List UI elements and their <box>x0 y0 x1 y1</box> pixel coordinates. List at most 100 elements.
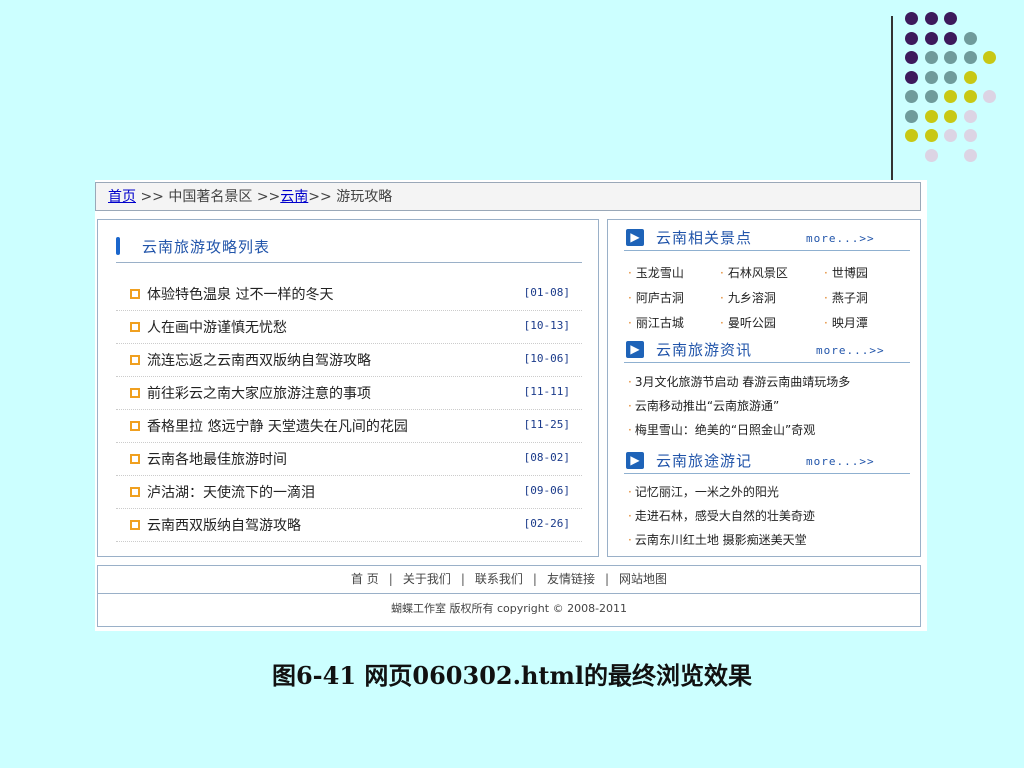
decorative-dot <box>944 90 957 103</box>
list-item[interactable]: 泸沽湖：天使流下的一滴泪 [09-06] <box>116 476 582 509</box>
list-item[interactable]: 云南西双版纳自驾游攻略 [02-26] <box>116 509 582 542</box>
decorative-dot <box>905 90 918 103</box>
breadcrumb-home-link[interactable]: 首页 <box>108 189 136 205</box>
list-item[interactable]: 香格里拉 悠远宁静 天堂遗失在凡间的花园 [11-25] <box>116 410 582 443</box>
arrow-right-icon: ▶ <box>626 341 644 358</box>
decorative-dot <box>905 129 918 142</box>
travelogue-links: 记忆丽江，一米之外的阳光 走进石林，感受大自然的壮美奇迹 云南东川红土地 摄影痴… <box>628 480 918 552</box>
spot-link[interactable]: 阿庐古洞 <box>628 289 684 306</box>
footer-link-friends[interactable]: 友情链接 <box>547 572 595 586</box>
news-title: 云南旅游资讯 <box>656 341 753 359</box>
guide-list-title: 云南旅游攻略列表 <box>142 238 271 256</box>
decorative-dot <box>944 109 957 123</box>
breadcrumb-separator: >> <box>308 189 332 205</box>
footer-copyright: 蝴蝶工作室 版权所有 copyright © 2008-2011 <box>97 593 921 627</box>
list-item[interactable]: 云南各地最佳旅游时间 [08-02] <box>116 443 582 476</box>
guide-list: 体验特色温泉 过不一样的冬天 [01-08] 人在画中游谨慎无忧愁 [10-13] … <box>116 278 582 542</box>
spot-link[interactable]: 九乡溶洞 <box>720 289 776 306</box>
spot-link[interactable]: 世博园 <box>824 264 868 281</box>
breadcrumb-separator: >> <box>140 189 164 205</box>
breadcrumb-region-link[interactable]: 云南 <box>280 189 308 205</box>
footer-separator: | <box>532 572 537 586</box>
travelogue-title: 云南旅途游记 <box>656 452 753 470</box>
travelogue-link[interactable]: 走进石林，感受大自然的壮美奇迹 <box>628 504 918 528</box>
list-item[interactable]: 人在画中游谨慎无忧愁 [10-13] <box>116 311 582 344</box>
decorative-dot <box>905 31 918 45</box>
breadcrumb: 首页 >> 中国著名景区 >>云南>> 游玩攻略 <box>95 182 921 211</box>
decorative-dot <box>924 109 938 123</box>
square-bullet-icon <box>130 355 140 365</box>
spot-link[interactable]: 曼听公园 <box>720 314 776 331</box>
guide-list-header: 云南旅游攻略列表 <box>116 234 582 263</box>
spot-link[interactable]: 石林风景区 <box>720 264 788 281</box>
spot-link[interactable]: 玉龙雪山 <box>628 264 684 281</box>
footer-separator: | <box>460 572 465 586</box>
travelogue-link[interactable]: 记忆丽江，一米之外的阳光 <box>628 480 918 504</box>
decorative-dot <box>924 148 938 162</box>
decorative-dot <box>905 12 918 25</box>
square-bullet-icon <box>130 322 140 332</box>
decorative-dot <box>983 51 996 64</box>
square-bullet-icon <box>130 520 140 530</box>
news-link[interactable]: 3月文化旅游节启动 春游云南曲靖玩场多 <box>628 370 918 394</box>
browser-screenshot: 首页 >> 中国著名景区 >>云南>> 游玩攻略 云南旅游攻略列表 体验特色温泉… <box>95 180 927 631</box>
spot-link[interactable]: 燕子洞 <box>824 289 868 306</box>
decorative-dot <box>944 70 957 84</box>
footer-link-contact[interactable]: 联系我们 <box>475 572 523 586</box>
list-item-title[interactable]: 流连忘返之云南西双版纳自驾游攻略 <box>147 350 371 370</box>
arrow-right-icon: ▶ <box>626 229 644 246</box>
footer-separator: | <box>388 572 393 586</box>
figure-caption: 图6-41 网页060302.html的最终浏览效果 <box>271 661 752 690</box>
decorative-dot <box>963 109 977 123</box>
decorative-dot <box>944 51 957 64</box>
square-bullet-icon <box>130 289 140 299</box>
decorative-dot <box>924 51 938 64</box>
footer-separator: | <box>604 572 610 586</box>
decorative-dot <box>944 12 957 25</box>
travelogue-more-link[interactable]: more...>> <box>806 455 875 468</box>
list-item-title[interactable]: 香格里拉 悠远宁静 天堂遗失在凡间的花园 <box>147 416 408 436</box>
decorative-dot <box>924 12 938 25</box>
list-item-title[interactable]: 人在画中游谨慎无忧愁 <box>147 317 287 337</box>
header-bar-icon <box>116 237 120 255</box>
sidebar-panel: ▶ 云南相关景点 more...>> 玉龙雪山 石林风景区 世博园 阿庐古洞 九… <box>607 219 921 557</box>
guide-list-panel: 云南旅游攻略列表 体验特色温泉 过不一样的冬天 [01-08] 人在画中游谨慎无忧… <box>97 219 599 557</box>
decorative-dot <box>963 70 977 84</box>
news-links: 3月文化旅游节启动 春游云南曲靖玩场多 云南移动推出“云南旅游通” 梅里雪山：绝… <box>628 370 918 442</box>
list-item-date: [11-25] <box>523 418 570 431</box>
divider-line <box>891 16 893 180</box>
spot-link[interactable]: 丽江古城 <box>628 314 684 331</box>
footer-link-about[interactable]: 关于我们 <box>403 572 451 586</box>
decorative-dot <box>963 31 977 45</box>
decorative-dot <box>963 51 977 64</box>
decorative-dot <box>905 51 918 64</box>
travelogue-header: ▶ 云南旅途游记 more...>> <box>624 451 910 474</box>
spot-link[interactable]: 映月潭 <box>824 314 868 331</box>
square-bullet-icon <box>130 388 140 398</box>
footer-nav: 首 页 | 关于我们 | 联系我们 | 友情链接 | 网站地图 <box>97 565 921 594</box>
footer-link-home[interactable]: 首 页 <box>351 572 379 586</box>
list-item[interactable]: 体验特色温泉 过不一样的冬天 [01-08] <box>116 278 582 311</box>
decorative-dot <box>924 70 938 84</box>
decorative-dot <box>983 90 996 103</box>
spots-title: 云南相关景点 <box>656 229 753 247</box>
decorative-dot <box>924 90 938 103</box>
decorative-dot <box>905 70 918 84</box>
news-link[interactable]: 云南移动推出“云南旅游通” <box>628 394 918 418</box>
news-link[interactable]: 梅里雪山：绝美的“日照金山”奇观 <box>628 418 918 442</box>
spots-more-link[interactable]: more...>> <box>806 232 875 245</box>
breadcrumb-famous: 中国著名景区 <box>168 189 253 205</box>
list-item-title[interactable]: 云南西双版纳自驾游攻略 <box>147 515 301 535</box>
travelogue-link[interactable]: 云南东川红土地 摄影痴迷美天堂 <box>628 528 918 552</box>
list-item-title[interactable]: 云南各地最佳旅游时间 <box>147 449 287 469</box>
list-item-title[interactable]: 体验特色温泉 过不一样的冬天 <box>147 284 333 304</box>
news-more-link[interactable]: more...>> <box>816 344 885 357</box>
list-item-title[interactable]: 泸沽湖：天使流下的一滴泪 <box>147 482 315 502</box>
square-bullet-icon <box>130 454 140 464</box>
list-item-date: [11-11] <box>523 385 570 398</box>
breadcrumb-separator: >> <box>256 189 281 205</box>
list-item-title[interactable]: 前往彩云之南大家应旅游注意的事项 <box>147 383 371 403</box>
list-item[interactable]: 前往彩云之南大家应旅游注意的事项 [11-11] <box>116 377 582 410</box>
list-item[interactable]: 流连忘返之云南西双版纳自驾游攻略 [10-06] <box>116 344 582 377</box>
footer-link-sitemap[interactable]: 网站地图 <box>619 572 667 586</box>
